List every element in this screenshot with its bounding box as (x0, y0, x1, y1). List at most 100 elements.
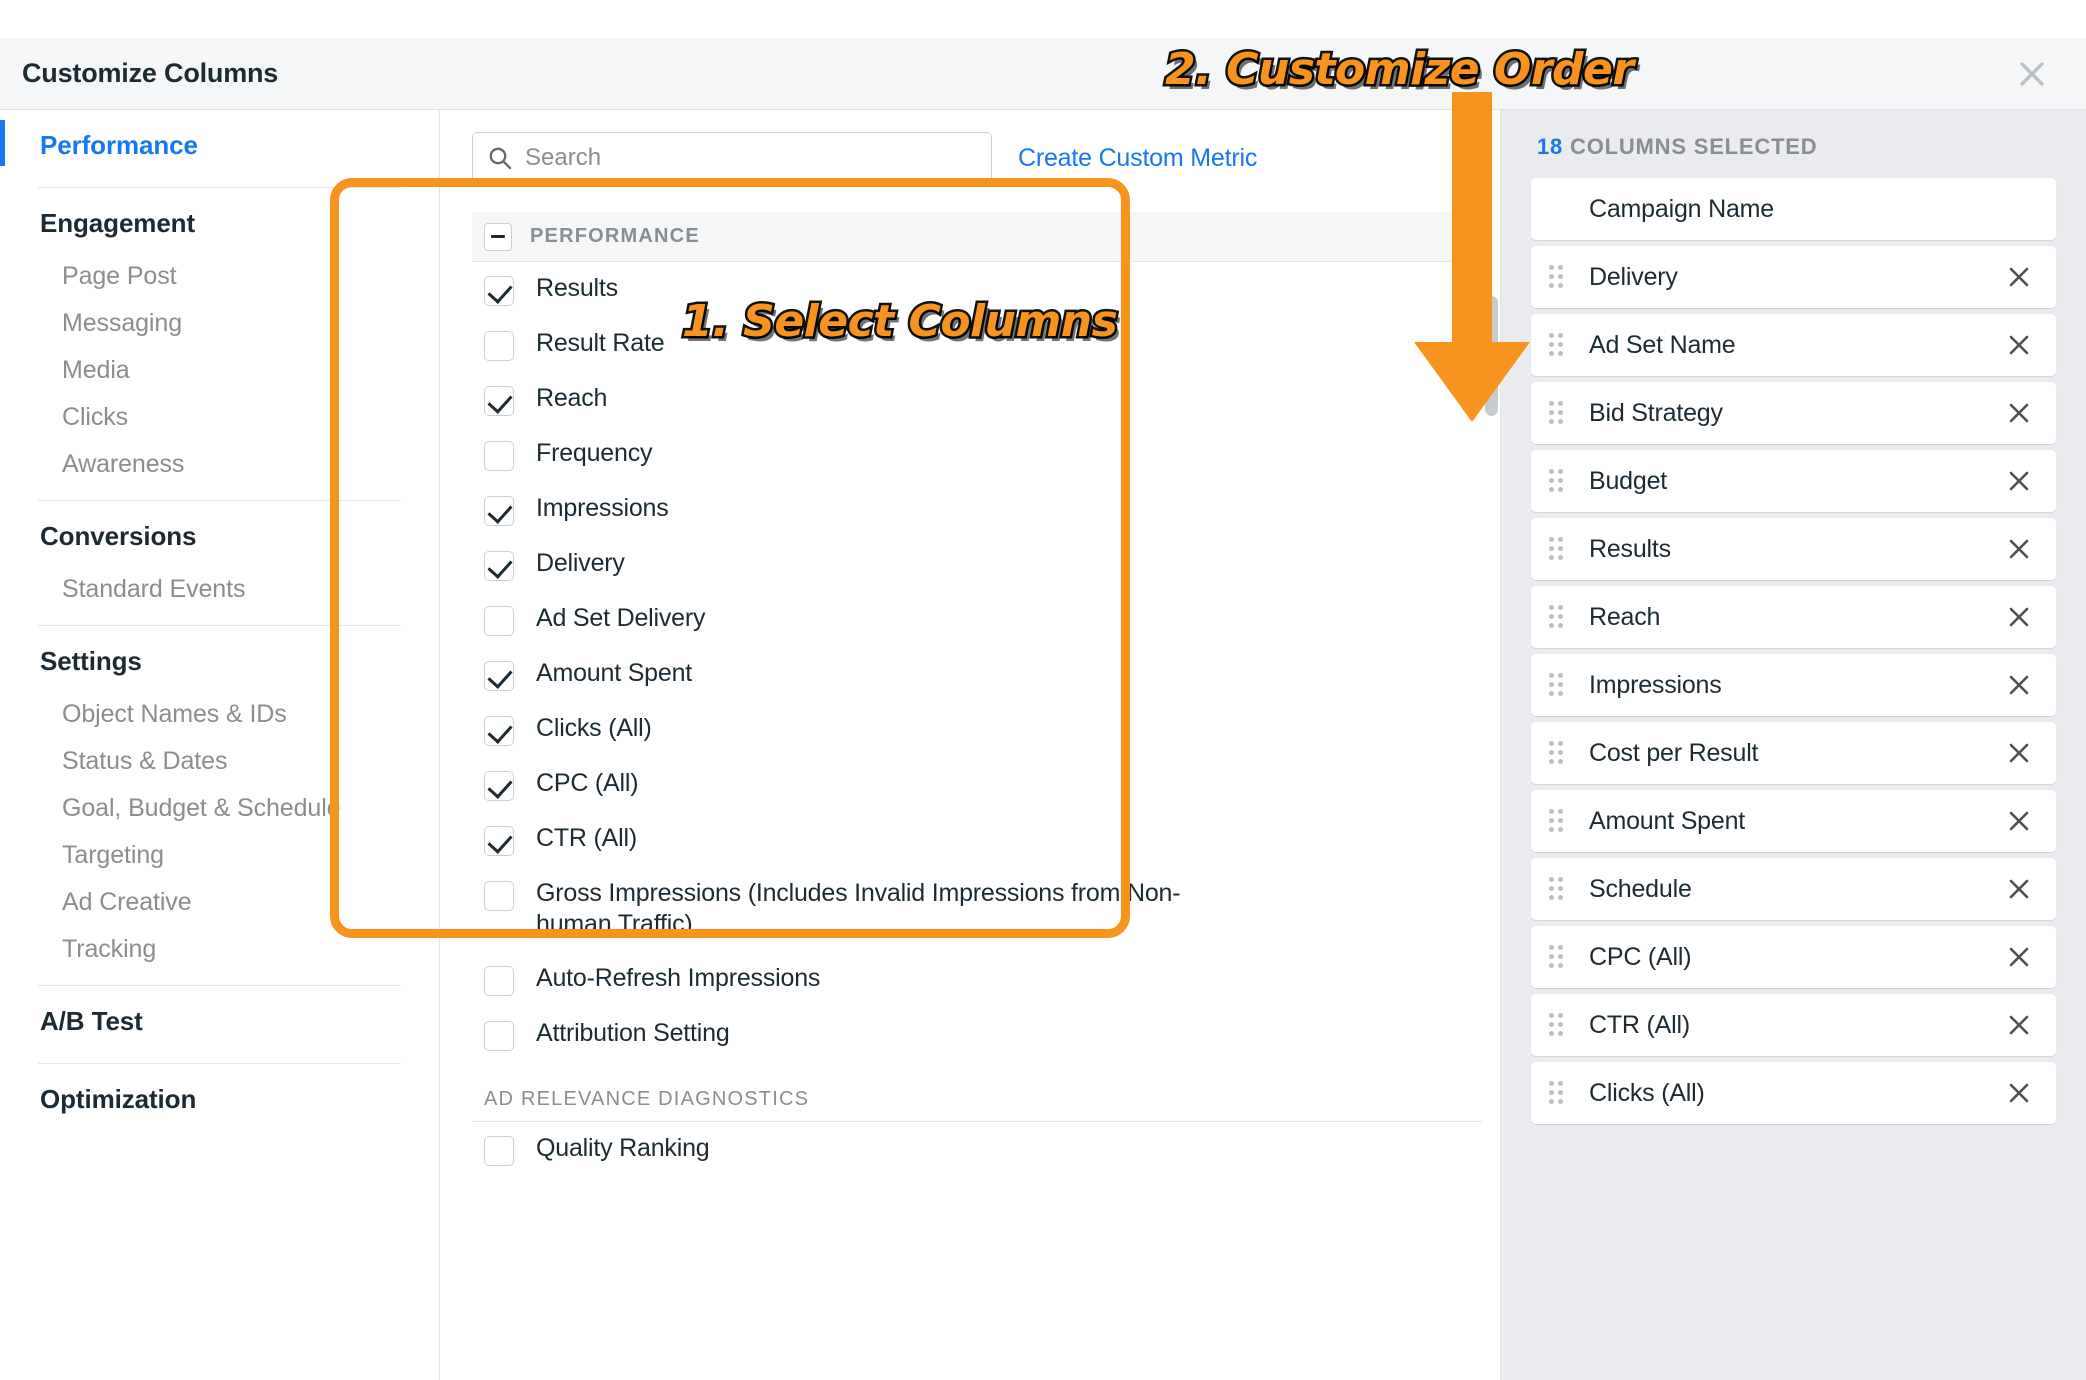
remove-column-button[interactable] (2004, 534, 2034, 564)
close-button[interactable] (2012, 54, 2052, 94)
selected-column-item[interactable]: Clicks (All) (1531, 1062, 2056, 1124)
metric-option-row[interactable]: Reach (472, 372, 1482, 427)
sidebar-item-media[interactable]: Media (0, 347, 439, 394)
sidebar-group-engagement[interactable]: Engagement (0, 194, 439, 253)
checkbox-icon[interactable] (484, 1135, 514, 1166)
search-box[interactable] (472, 132, 992, 184)
drag-handle-icon[interactable] (1549, 809, 1567, 833)
selected-column-item[interactable]: Bid Strategy (1531, 382, 2056, 444)
create-custom-metric-link[interactable]: Create Custom Metric (1018, 144, 1257, 173)
drag-handle-icon[interactable] (1549, 605, 1567, 629)
section-title: PERFORMANCE (530, 225, 700, 247)
remove-column-button[interactable] (2004, 942, 2034, 972)
sidebar-item-clicks[interactable]: Clicks (0, 394, 439, 441)
sidebar-item-awareness[interactable]: Awareness (0, 441, 439, 488)
checkbox-icon[interactable] (484, 441, 514, 471)
metric-option-row[interactable]: Attribution Setting (472, 1007, 1482, 1062)
sidebar-item-tracking[interactable]: Tracking (0, 926, 439, 973)
collapse-toggle-icon[interactable] (484, 222, 512, 251)
checkbox-icon[interactable] (484, 496, 514, 526)
drag-handle-icon[interactable] (1549, 673, 1567, 697)
remove-column-button[interactable] (2004, 330, 2034, 360)
metric-option-row[interactable]: Auto-Refresh Impressions (472, 952, 1482, 1007)
selected-column-item[interactable]: CTR (All) (1531, 994, 2056, 1056)
checkbox-icon[interactable] (484, 386, 514, 416)
metric-option-row[interactable]: CTR (All) (472, 812, 1482, 867)
sidebar-item-standard-events[interactable]: Standard Events (0, 566, 439, 613)
sidebar-group-settings[interactable]: Settings (0, 632, 439, 691)
sidebar-group-optimization[interactable]: Optimization (0, 1070, 439, 1129)
selected-columns-panel: 18 COLUMNS SELECTED Campaign Name Deliver… (1500, 110, 2086, 1380)
drag-handle-icon[interactable] (1549, 333, 1567, 357)
drag-handle-icon[interactable] (1549, 1013, 1567, 1037)
checkbox-icon[interactable] (484, 965, 514, 996)
metric-option-row[interactable]: Result Rate (472, 317, 1482, 372)
metric-option-row[interactable]: Impressions (472, 482, 1482, 537)
remove-column-button[interactable] (2004, 874, 2034, 904)
drag-handle-icon[interactable] (1549, 469, 1567, 493)
checkbox-icon[interactable] (484, 331, 514, 361)
sidebar-item-object-names-ids[interactable]: Object Names & IDs (0, 691, 439, 738)
remove-column-button[interactable] (2004, 1010, 2034, 1040)
sidebar-group-performance[interactable]: Performance (0, 116, 439, 175)
drag-handle-icon[interactable] (1549, 537, 1567, 561)
drag-handle-icon[interactable] (1549, 741, 1567, 765)
selected-column-item[interactable]: CPC (All) (1531, 926, 2056, 988)
checkbox-icon[interactable] (484, 826, 514, 856)
metric-option-row[interactable]: Quality Ranking (472, 1122, 1482, 1177)
selected-column-item[interactable]: Budget (1531, 450, 2056, 512)
remove-column-button[interactable] (2004, 398, 2034, 428)
drag-handle-icon[interactable] (1549, 945, 1567, 969)
metric-option-row[interactable]: Gross Impressions (Includes Invalid Impr… (472, 867, 1482, 952)
checkbox-icon[interactable] (484, 276, 514, 306)
checkbox-icon[interactable] (484, 661, 514, 691)
sidebar-group-conversions[interactable]: Conversions (0, 507, 439, 566)
selected-column-item[interactable]: Reach (1531, 586, 2056, 648)
remove-column-button[interactable] (2004, 806, 2034, 836)
checkbox-icon[interactable] (484, 716, 514, 746)
sidebar-item-goal-budget-schedule[interactable]: Goal, Budget & Schedule (0, 785, 439, 832)
remove-column-button[interactable] (2004, 670, 2034, 700)
checkbox-icon[interactable] (484, 1020, 514, 1051)
sidebar-item-messaging[interactable]: Messaging (0, 300, 439, 347)
metric-option-row[interactable]: CPC (All) (472, 757, 1482, 812)
checkbox-icon[interactable] (484, 606, 514, 636)
sidebar-group-a-b-test[interactable]: A/B Test (0, 992, 439, 1051)
metric-list-scrollbar[interactable] (1485, 296, 1498, 416)
remove-column-button[interactable] (2004, 466, 2034, 496)
selected-column-item[interactable]: Campaign Name (1531, 178, 2056, 240)
remove-column-button[interactable] (2004, 262, 2034, 292)
selected-column-item[interactable]: Delivery (1531, 246, 2056, 308)
drag-handle-icon[interactable] (1549, 877, 1567, 901)
search-input[interactable] (525, 144, 925, 172)
checkbox-icon[interactable] (484, 551, 514, 581)
drag-handle-icon[interactable] (1549, 1081, 1567, 1105)
checkbox-icon[interactable] (484, 881, 514, 911)
metric-option-row[interactable]: Delivery (472, 537, 1482, 592)
metric-list-pane: Create Custom Metric PERFORMANCE Results R… (440, 110, 1500, 1380)
sidebar-item-targeting[interactable]: Targeting (0, 832, 439, 879)
sidebar-item-ad-creative[interactable]: Ad Creative (0, 879, 439, 926)
remove-column-button[interactable] (2004, 1078, 2034, 1108)
metric-option-label: CPC (All) (536, 769, 639, 797)
selected-column-item[interactable]: Impressions (1531, 654, 2056, 716)
sidebar-item-page-post[interactable]: Page Post (0, 253, 439, 300)
metric-option-row[interactable]: Results (472, 262, 1482, 317)
drag-handle-icon[interactable] (1549, 401, 1567, 425)
metric-option-row[interactable]: Amount Spent (472, 647, 1482, 702)
remove-column-button[interactable] (2004, 602, 2034, 632)
metric-option-row[interactable]: Ad Set Delivery (472, 592, 1482, 647)
selected-column-item[interactable]: Schedule (1531, 858, 2056, 920)
selected-columns-list: Campaign Name Delivery Ad Set Name Bid Stra… (1531, 178, 2056, 1124)
selected-column-item[interactable]: Amount Spent (1531, 790, 2056, 852)
checkbox-icon[interactable] (484, 771, 514, 801)
sidebar-item-status-dates[interactable]: Status & Dates (0, 738, 439, 785)
metric-option-row[interactable]: Clicks (All) (472, 702, 1482, 757)
customize-columns-dialog: Customize Columns Performance Engagement P… (0, 0, 2086, 1380)
selected-column-item[interactable]: Results (1531, 518, 2056, 580)
selected-column-item[interactable]: Cost per Result (1531, 722, 2056, 784)
drag-handle-icon[interactable] (1549, 265, 1567, 289)
remove-column-button[interactable] (2004, 738, 2034, 768)
selected-column-item[interactable]: Ad Set Name (1531, 314, 2056, 376)
metric-option-row[interactable]: Frequency (472, 427, 1482, 482)
